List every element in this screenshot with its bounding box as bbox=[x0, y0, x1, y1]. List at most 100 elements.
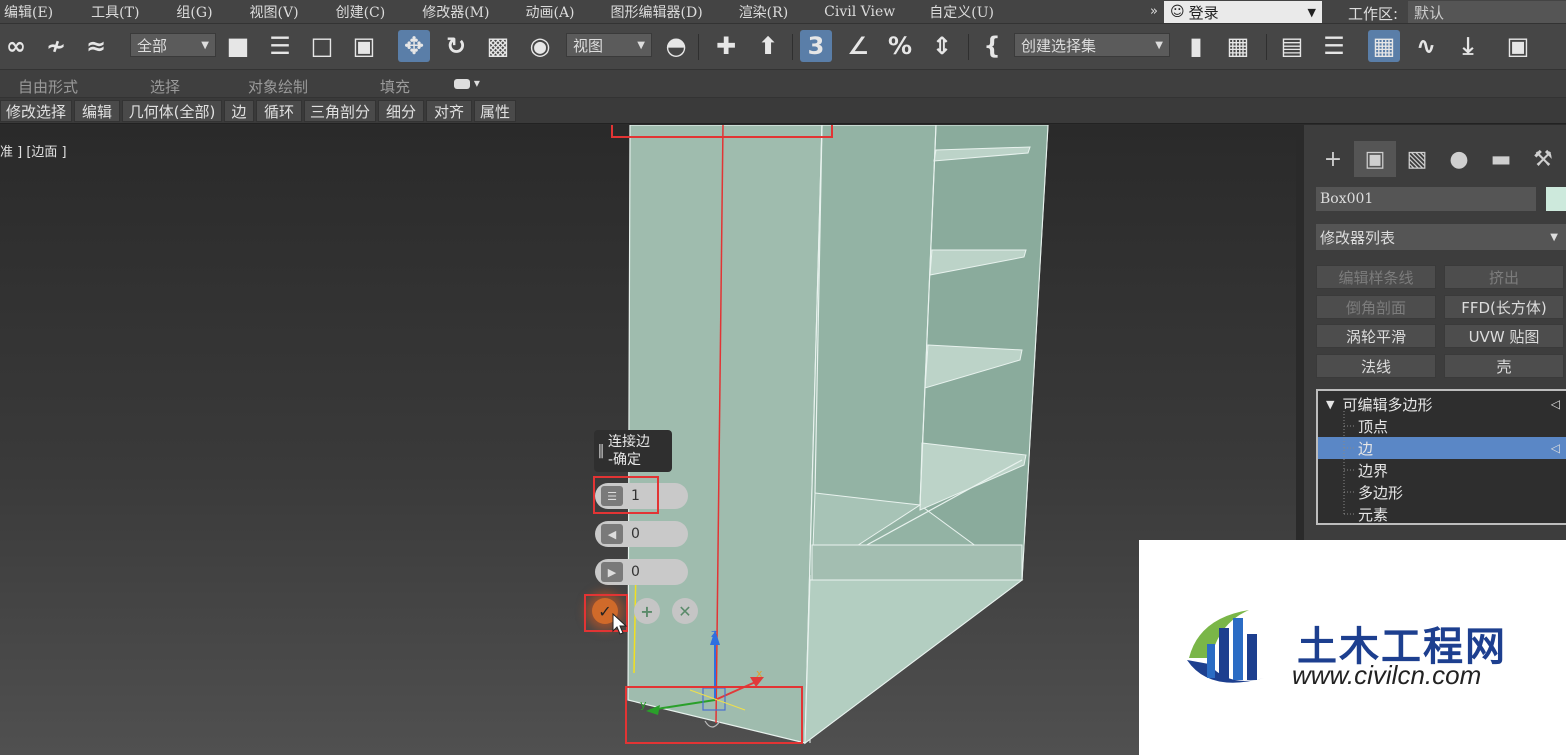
selection-filter-dropdown[interactable]: 全部 ▼ bbox=[130, 33, 216, 57]
ribbon-geometry-all[interactable]: 几何体(全部) bbox=[122, 100, 222, 122]
modify-tab-icon[interactable]: ▣ bbox=[1354, 141, 1396, 177]
cabinet-base-shelf[interactable] bbox=[811, 544, 1023, 581]
ribbon-align[interactable]: 对齐 bbox=[426, 100, 472, 122]
mouse-cursor-icon bbox=[612, 613, 628, 635]
select-by-name-icon[interactable]: ☰ bbox=[264, 30, 296, 62]
select-and-place-icon[interactable]: ◉ bbox=[524, 30, 556, 62]
toolbar-separator bbox=[792, 34, 793, 60]
curve-editor-icon[interactable]: ∿ bbox=[1410, 30, 1442, 62]
named-selection-set-value: 创建选择集 bbox=[1021, 36, 1097, 55]
edit-spline-button[interactable]: 编辑样条线 bbox=[1316, 265, 1436, 289]
ribbon-properties[interactable]: 属性 bbox=[474, 100, 516, 122]
material-editor-icon[interactable]: ▣ bbox=[1502, 30, 1534, 62]
bevel-profile-button[interactable]: 倒角剖面 bbox=[1316, 295, 1436, 319]
bind-space-warp-icon[interactable]: ≈ bbox=[80, 30, 112, 62]
menu-edit[interactable]: 编辑(E) bbox=[4, 2, 53, 22]
snaps-toggle-icon[interactable]: 3 bbox=[800, 30, 832, 62]
window-crossing-icon[interactable]: ▣ bbox=[348, 30, 380, 62]
menu-tools[interactable]: 工具(T) bbox=[91, 2, 139, 22]
civilcn-logo-icon bbox=[1187, 610, 1264, 683]
ribbon-edit[interactable]: 编辑 bbox=[74, 100, 120, 122]
turbosmooth-button[interactable]: 涡轮平滑 bbox=[1316, 324, 1436, 348]
tab-selection[interactable]: 选择 bbox=[150, 76, 180, 97]
select-and-rotate-icon[interactable]: ↻ bbox=[440, 30, 472, 62]
command-panel-tabs: + ▣ ▧ ● ▬ ⚒ bbox=[1312, 141, 1566, 177]
motion-tab-icon[interactable]: ● bbox=[1438, 141, 1480, 177]
modifier-stack: ▼ 可编辑多边形 ◁ 顶点 边 ◁ 边界 多边形 元素 bbox=[1316, 389, 1566, 525]
ffd-box-button[interactable]: FFD(长方体) bbox=[1444, 295, 1564, 319]
extrude-button[interactable]: 挤出 bbox=[1444, 265, 1564, 289]
scene-explorer-icon[interactable]: ▤ bbox=[1276, 30, 1308, 62]
tab-object-paint[interactable]: 对象绘制 bbox=[248, 76, 308, 97]
pinch-value[interactable]: 0 bbox=[631, 526, 640, 542]
menu-customize[interactable]: 自定义(U) bbox=[929, 2, 994, 22]
create-tab-plus-icon[interactable]: + bbox=[1312, 141, 1354, 177]
cancel-button[interactable]: ✕ bbox=[672, 598, 698, 624]
rectangular-selection-icon[interactable]: □ bbox=[306, 30, 338, 62]
stack-edge-label: 边 bbox=[1358, 439, 1374, 458]
link-icon[interactable]: ∞ bbox=[0, 30, 32, 62]
unlink-icon[interactable]: ≁ bbox=[40, 30, 72, 62]
keyboard-shortcut-override-icon[interactable]: ⬆ bbox=[752, 30, 784, 62]
ribbon-options-icon[interactable]: ▾ bbox=[454, 76, 486, 92]
menu-rendering[interactable]: 渲染(R) bbox=[739, 2, 788, 22]
spinner-snap-icon[interactable]: ⇕ bbox=[926, 30, 958, 62]
login-dropdown[interactable]: ☺ 登录 ▼ bbox=[1164, 1, 1322, 23]
layer-explorer-icon[interactable]: ☰ bbox=[1318, 30, 1350, 62]
percent-snap-icon[interactable]: % bbox=[884, 30, 916, 62]
menu-graph-editors[interactable]: 图形编辑器(D) bbox=[611, 2, 703, 22]
ribbon-subdivision[interactable]: 细分 bbox=[378, 100, 424, 122]
align-icon[interactable]: ▦ bbox=[1222, 30, 1254, 62]
tab-freeform[interactable]: 自由形式 bbox=[18, 76, 78, 97]
select-and-move-icon[interactable]: ✥ bbox=[398, 30, 430, 62]
menu-animation[interactable]: 动画(A) bbox=[525, 2, 574, 22]
edit-named-selection-icon[interactable]: { bbox=[976, 30, 1008, 62]
caddy-title-line1: 连接边 bbox=[608, 434, 650, 450]
expand-triangle-icon[interactable]: ▼ bbox=[1326, 398, 1334, 411]
cabinet-bottom-panel[interactable] bbox=[804, 579, 1024, 745]
pinch-field[interactable]: ◀ 0 bbox=[595, 521, 688, 547]
chevron-down-icon: ▼ bbox=[201, 39, 209, 51]
grip-icon[interactable]: ‖ bbox=[594, 443, 608, 459]
chevron-down-icon: ▼ bbox=[637, 39, 645, 51]
angle-snap-icon[interactable]: ∠ bbox=[842, 30, 874, 62]
menu-more-icon[interactable]: » bbox=[1145, 4, 1163, 19]
normal-button[interactable]: 法线 bbox=[1316, 354, 1436, 378]
slide-value[interactable]: 0 bbox=[631, 564, 640, 580]
uvw-map-button[interactable]: UVW 贴图 bbox=[1444, 324, 1564, 348]
select-object-icon[interactable]: ■ bbox=[222, 30, 254, 62]
show-end-result-icon[interactable]: ◁ bbox=[1551, 397, 1560, 411]
apply-and-continue-button[interactable]: + bbox=[634, 598, 660, 624]
utilities-tab-wrench-icon[interactable]: ⚒ bbox=[1522, 141, 1564, 177]
modifier-list-dropdown[interactable]: 修改器列表 ▼ bbox=[1316, 224, 1566, 250]
ribbon-tris[interactable]: 三角剖分 bbox=[304, 100, 376, 122]
object-name-field[interactable]: Box001 bbox=[1316, 187, 1536, 211]
perspective-viewport[interactable]: 准 ] [边面 ] z x y ‖ 连接边 -确定 ☰ 1 ◀ 0 ▶ 0 ✓ … bbox=[0, 125, 1296, 755]
reference-coordinate-dropdown[interactable]: 视图 ▼ bbox=[566, 33, 652, 57]
ribbon-loops[interactable]: 循环 bbox=[256, 100, 302, 122]
ribbon-toggle-icon[interactable]: ▦ bbox=[1368, 30, 1400, 62]
mirror-icon[interactable]: ▮ bbox=[1180, 30, 1212, 62]
pivot-center-icon[interactable]: ◓ bbox=[660, 30, 692, 62]
workspace-label: 工作区: bbox=[1348, 5, 1399, 23]
plus-icon: + bbox=[640, 601, 654, 621]
select-and-scale-icon[interactable]: ▩ bbox=[482, 30, 514, 62]
menu-group[interactable]: 组(G) bbox=[176, 2, 212, 22]
menu-create[interactable]: 创建(C) bbox=[336, 2, 386, 22]
schematic-view-icon[interactable]: ⤓ bbox=[1452, 30, 1484, 62]
hierarchy-tab-icon[interactable]: ▧ bbox=[1396, 141, 1438, 177]
menu-modifiers[interactable]: 修改器(M) bbox=[422, 2, 489, 22]
ribbon-edges[interactable]: 边 bbox=[224, 100, 254, 122]
display-tab-icon[interactable]: ▬ bbox=[1480, 141, 1522, 177]
workspace-dropdown[interactable]: 默认 bbox=[1408, 1, 1566, 23]
object-color-swatch[interactable] bbox=[1546, 187, 1566, 211]
named-selection-set-dropdown[interactable]: 创建选择集 ▼ bbox=[1014, 33, 1170, 57]
shell-button[interactable]: 壳 bbox=[1444, 354, 1564, 378]
tab-populate[interactable]: 填充 bbox=[380, 76, 410, 97]
select-manipulate-icon[interactable]: ✚ bbox=[710, 30, 742, 62]
menu-civil-view[interactable]: Civil View bbox=[824, 4, 895, 20]
menu-views[interactable]: 视图(V) bbox=[250, 2, 299, 22]
slide-field[interactable]: ▶ 0 bbox=[595, 559, 688, 585]
ribbon-modify-selection[interactable]: 修改选择 bbox=[0, 100, 72, 122]
caddy-title-bar[interactable]: ‖ 连接边 -确定 bbox=[594, 430, 672, 472]
